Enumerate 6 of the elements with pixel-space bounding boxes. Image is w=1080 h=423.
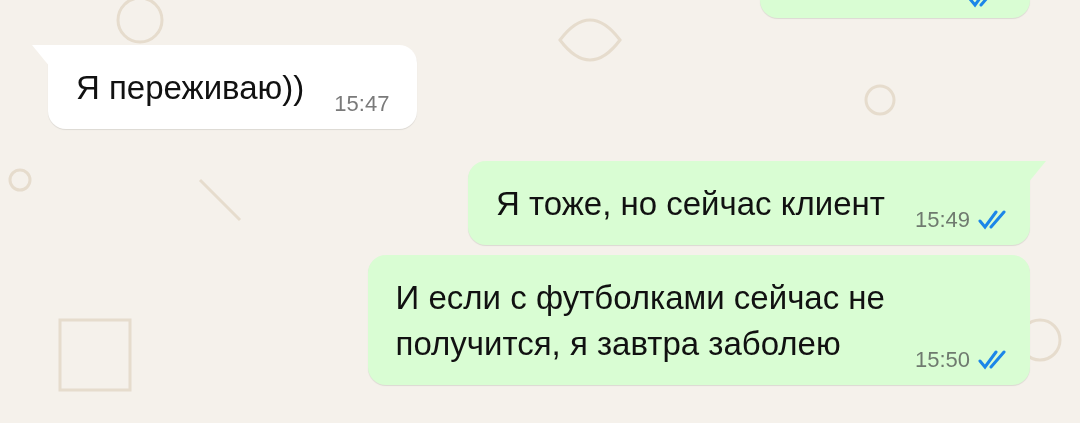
message-time: 15:49 (914, 207, 970, 233)
message-text: Я переживаю)) (76, 68, 305, 108)
message-time: 15:50 (914, 347, 970, 373)
message-time: 15:47 (334, 91, 390, 117)
message-text: Я тоже, но сейчас клиент (496, 184, 885, 224)
message-text: И если с футболками сейчас не получится, я завтра заболею (395, 278, 885, 364)
